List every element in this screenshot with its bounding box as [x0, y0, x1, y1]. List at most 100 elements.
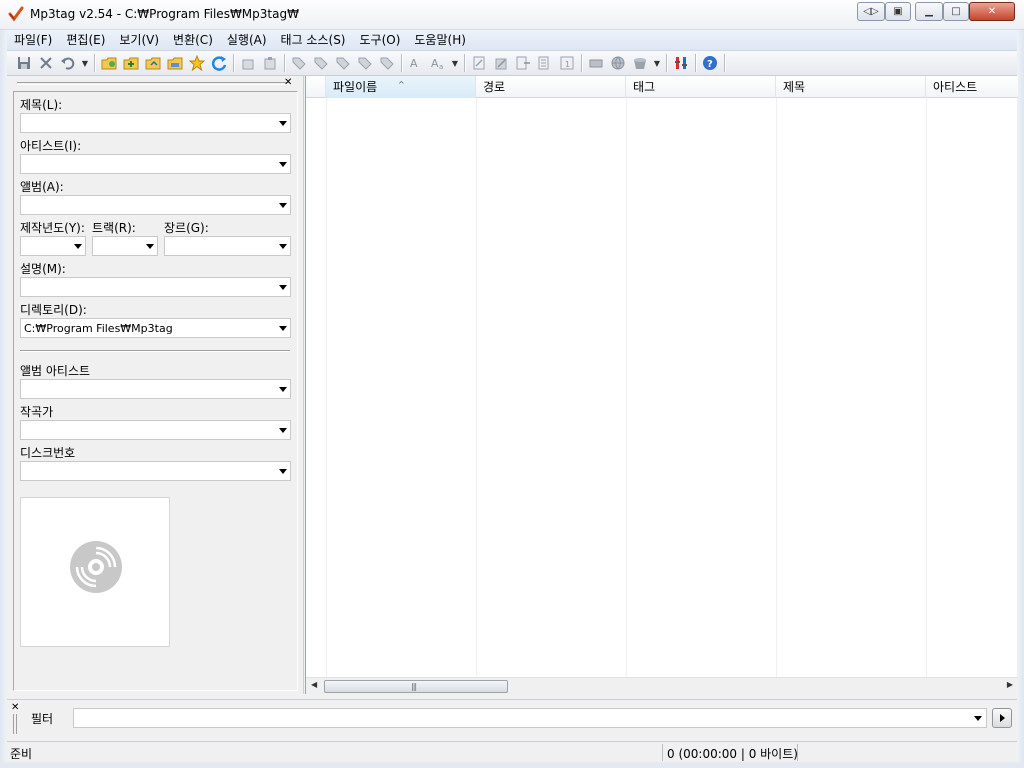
mp3tag-app-icon[interactable]	[8, 6, 24, 22]
tag-to-tag-button[interactable]	[354, 52, 376, 74]
filter-input[interactable]	[73, 708, 987, 728]
status-count: 0 (00:00:00 | 0 바이트)	[667, 747, 798, 761]
file-list[interactable]: 파일이름 ^ 경로 태그 제목 아티스트 ◀ ||| ▶	[305, 76, 1018, 694]
cover-art-box[interactable]	[20, 497, 170, 647]
chevron-down-icon[interactable]	[279, 121, 287, 126]
autonumber-button[interactable]	[376, 52, 398, 74]
replace-icon: Aa	[431, 57, 443, 71]
export-icon	[516, 56, 530, 70]
copy-tag-button[interactable]	[237, 52, 259, 74]
chevron-down-icon[interactable]	[279, 203, 287, 208]
paste-tag-button[interactable]	[259, 52, 281, 74]
genre-field[interactable]	[164, 236, 291, 256]
menu-view[interactable]: 보기(V)	[112, 30, 166, 51]
restore-left-button[interactable]: ◁▷	[857, 2, 885, 21]
options-button[interactable]	[670, 52, 692, 74]
album-field[interactable]	[20, 195, 291, 215]
album-artist-label: 앨범 아티스트	[20, 364, 91, 378]
column-artist[interactable]: 아티스트	[926, 76, 1018, 98]
window-border-left	[0, 30, 7, 768]
artist-field[interactable]	[20, 154, 291, 174]
toolbar-separator	[284, 54, 285, 72]
filter-go-button[interactable]	[992, 708, 1012, 728]
comment-field[interactable]	[20, 277, 291, 297]
scroll-right-icon[interactable]: ▶	[1007, 680, 1013, 689]
extended-tags-button[interactable]	[490, 52, 512, 74]
chevron-down-icon[interactable]	[279, 469, 287, 474]
help-button[interactable]: ?	[699, 52, 721, 74]
window-layout-icon: ▣	[893, 6, 903, 17]
directory-field[interactable]: C:₩Program Files₩Mp3tag	[20, 318, 291, 338]
case-conversion-button[interactable]: A	[405, 52, 427, 74]
column-filename[interactable]: 파일이름 ^	[326, 76, 476, 98]
freedb-button[interactable]	[585, 52, 607, 74]
open-folder-button[interactable]	[142, 52, 164, 74]
replace-button[interactable]: Aa	[427, 52, 449, 74]
remove-tag-button[interactable]	[35, 52, 57, 74]
actions-dropdown[interactable]: ▼	[449, 52, 461, 74]
chevron-down-icon[interactable]	[146, 244, 154, 249]
menu-convert[interactable]: 변환(C)	[166, 30, 220, 51]
chevron-down-icon[interactable]	[279, 285, 287, 290]
panel-grip[interactable]	[17, 82, 289, 85]
menu-tools[interactable]: 도구(O)	[353, 30, 408, 51]
playlist-button[interactable]	[534, 52, 556, 74]
maximize-button[interactable]: □	[943, 2, 969, 21]
tag-source-dropdown[interactable]: ▼	[651, 52, 663, 74]
track-field[interactable]	[92, 236, 158, 256]
column-status[interactable]	[306, 76, 326, 98]
column-path[interactable]: 경로	[476, 76, 626, 98]
column-title[interactable]: 제목	[776, 76, 926, 98]
composer-field[interactable]	[20, 420, 291, 440]
grip-icon: |||	[411, 682, 417, 691]
edit-tag-button[interactable]	[468, 52, 490, 74]
menu-edit[interactable]: 편집(E)	[59, 30, 112, 51]
tag-to-filename-button[interactable]	[288, 52, 310, 74]
chevron-down-icon[interactable]	[279, 428, 287, 433]
window-layout-button[interactable]: ▣	[885, 2, 911, 21]
disc-number-field[interactable]	[20, 461, 291, 481]
toolbar-separator	[401, 54, 402, 72]
scrollbar-thumb[interactable]: |||	[324, 680, 508, 693]
web-source-button[interactable]	[607, 52, 629, 74]
panel-close-icon[interactable]: ✕	[284, 77, 292, 88]
favorites-button[interactable]	[186, 52, 208, 74]
album-artist-field[interactable]	[20, 379, 291, 399]
menu-file[interactable]: 파일(F)	[7, 30, 59, 51]
folder-tree-button[interactable]	[164, 52, 186, 74]
menu-help[interactable]: 도움말(H)	[407, 30, 473, 51]
filename-to-tag-button[interactable]	[310, 52, 332, 74]
year-field[interactable]	[20, 236, 86, 256]
column-tag[interactable]: 태그	[626, 76, 776, 98]
close-button[interactable]: ✕	[969, 2, 1015, 21]
refresh-button[interactable]	[208, 52, 230, 74]
album-label: 앨범(A):	[20, 180, 64, 194]
text-to-tag-button[interactable]	[332, 52, 354, 74]
chevron-down-icon[interactable]	[74, 244, 82, 249]
chevron-down-icon[interactable]	[279, 387, 287, 392]
svg-text:?: ?	[707, 59, 713, 70]
toolbar-separator	[94, 54, 95, 72]
menu-tag-sources[interactable]: 태그 소스(S)	[274, 30, 353, 51]
directory-label: 디렉토리(D):	[20, 303, 87, 317]
chevron-down-icon[interactable]	[974, 716, 982, 721]
save-button[interactable]	[13, 52, 35, 74]
filter-grip[interactable]	[13, 714, 17, 734]
minimize-button[interactable]: ▁	[915, 2, 943, 21]
scroll-left-icon[interactable]: ◀	[311, 680, 317, 689]
add-directory-button[interactable]	[120, 52, 142, 74]
menu-actions[interactable]: 실행(A)	[220, 30, 274, 51]
chevron-down-icon[interactable]	[279, 244, 287, 249]
track-label: 트랙(R):	[92, 221, 136, 235]
export-button[interactable]	[512, 52, 534, 74]
horizontal-scrollbar[interactable]: ◀ ||| ▶	[306, 677, 1018, 694]
chevron-down-icon[interactable]	[279, 326, 287, 331]
title-field[interactable]	[20, 113, 291, 133]
change-directory-button[interactable]	[98, 52, 120, 74]
filter-close-icon[interactable]: ✕	[11, 702, 19, 713]
tag-source-button[interactable]	[629, 52, 651, 74]
numbering-button[interactable]: 1	[556, 52, 578, 74]
chevron-down-icon[interactable]	[279, 162, 287, 167]
undo-button[interactable]	[57, 52, 79, 74]
undo-dropdown[interactable]: ▼	[79, 52, 91, 74]
